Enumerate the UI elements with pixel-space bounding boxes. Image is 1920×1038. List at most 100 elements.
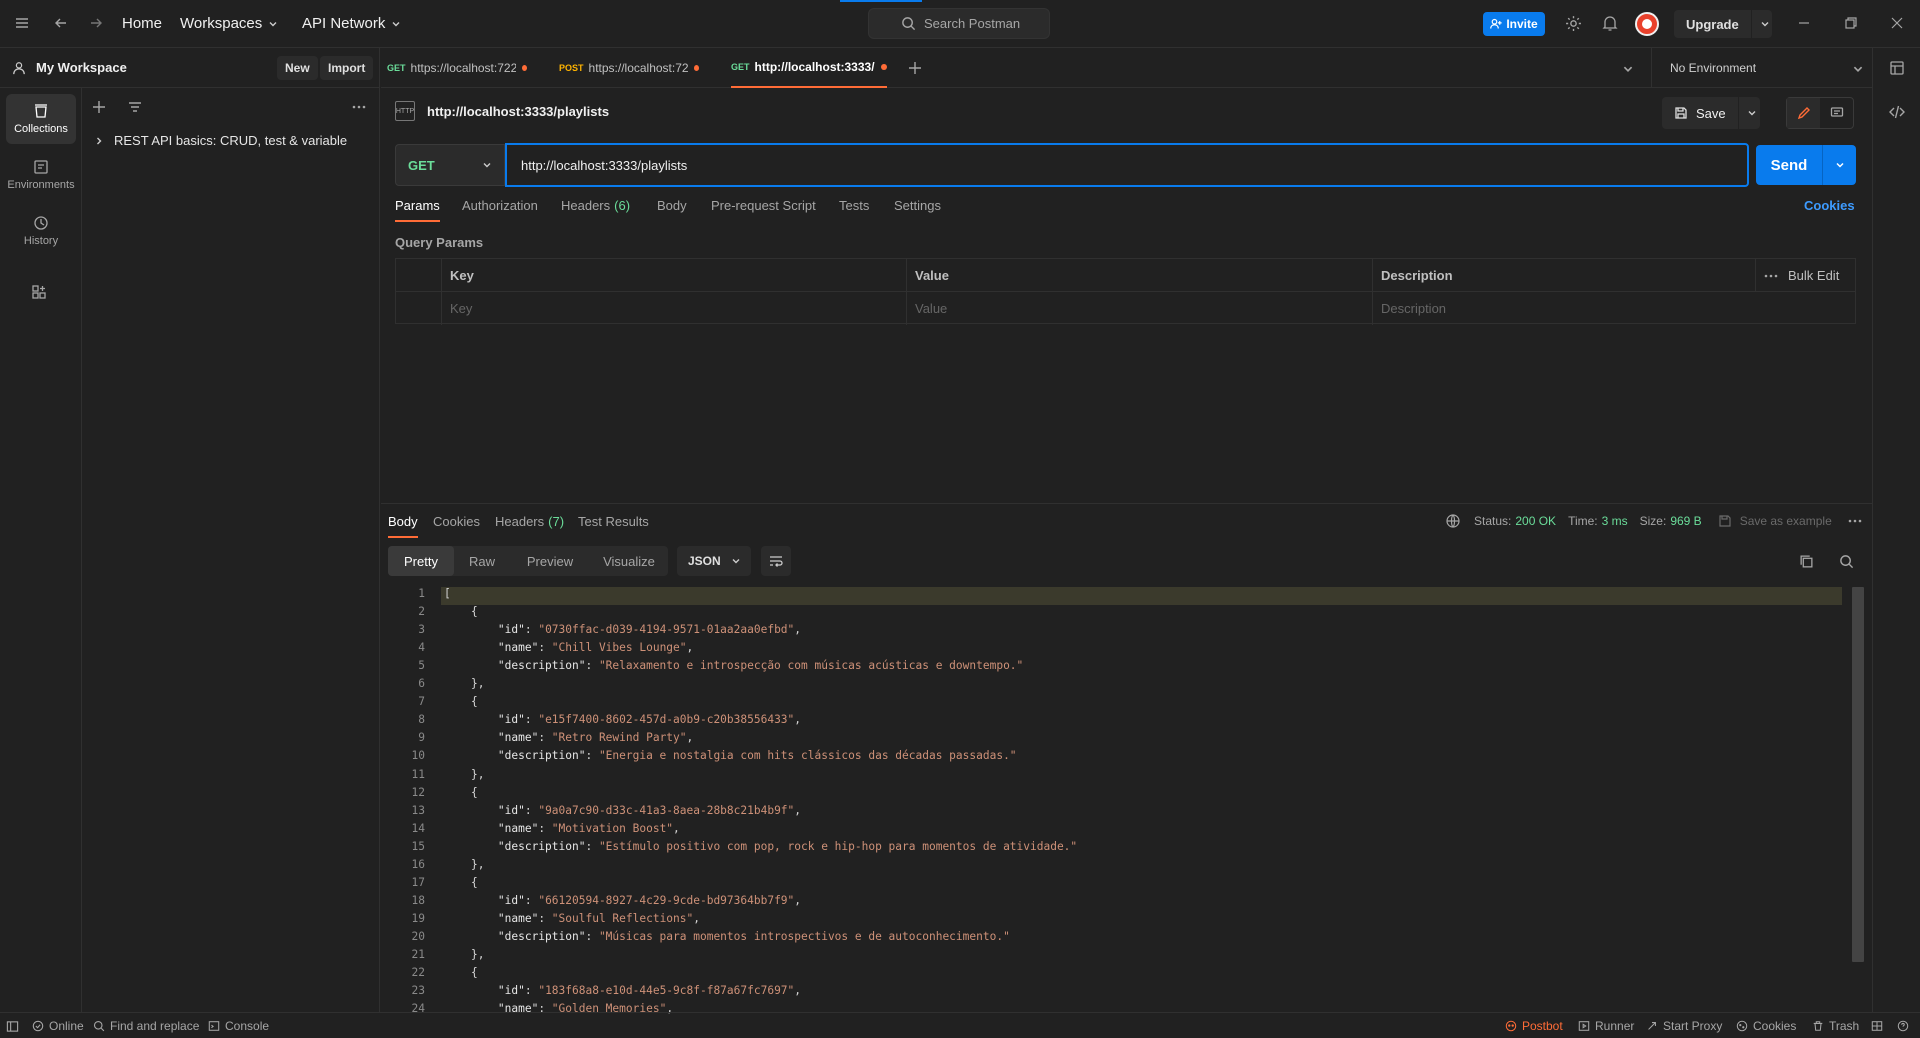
key-input[interactable]: Key: [442, 292, 907, 325]
layout-icon[interactable]: [1871, 1013, 1883, 1038]
environment-selector[interactable]: No Environment: [1651, 48, 1872, 88]
sidebar-item-history[interactable]: History: [6, 206, 76, 256]
tab-method: GET: [731, 62, 750, 72]
online-status[interactable]: Online: [32, 1013, 84, 1038]
tab-response-headers[interactable]: Headers (7): [495, 514, 564, 538]
menu-icon[interactable]: [14, 15, 30, 31]
tab-test-results[interactable]: Test Results: [578, 514, 649, 538]
code-line: "description": "Relaxamento e introspecç…: [444, 659, 1023, 672]
comments-icon[interactable]: [1820, 98, 1853, 128]
tab-settings[interactable]: Settings: [894, 198, 941, 222]
value-input[interactable]: Value: [907, 292, 1373, 325]
avatar[interactable]: [1635, 12, 1659, 36]
description-input[interactable]: Description: [1373, 292, 1857, 325]
close-icon[interactable]: [1890, 16, 1904, 30]
runner-button[interactable]: Runner: [1578, 1013, 1634, 1038]
json-string-value: "Retro Rewind Party": [551, 731, 687, 745]
start-proxy-button[interactable]: Start Proxy: [1646, 1013, 1722, 1038]
line-number: 9: [418, 731, 425, 745]
tab-body[interactable]: Body: [657, 198, 687, 222]
code-line: {: [444, 695, 478, 708]
send-button[interactable]: Send: [1756, 145, 1856, 185]
line-number: 4: [418, 641, 425, 655]
sidebar-item-collections[interactable]: Collections: [6, 94, 76, 144]
sidebar-item-environments[interactable]: Environments: [6, 150, 76, 200]
new-tab-plus-icon[interactable]: [908, 61, 922, 75]
collection-item[interactable]: REST API basics: CRUD, test & variable: [94, 133, 347, 148]
trash-button[interactable]: Trash: [1812, 1013, 1859, 1038]
notifications-bell-icon[interactable]: [1602, 15, 1618, 32]
upgrade-button[interactable]: Upgrade: [1674, 10, 1772, 38]
invite-button[interactable]: Invite: [1483, 12, 1545, 36]
save-button[interactable]: Save: [1662, 97, 1760, 129]
time-value[interactable]: 3 ms: [1602, 514, 1628, 528]
search-input[interactable]: Search Postman: [868, 8, 1050, 39]
save-as-example-button[interactable]: Save as example: [1740, 514, 1832, 528]
cookies-link[interactable]: Cookies: [1804, 198, 1855, 222]
json-key: "name": [497, 911, 539, 925]
tabs-dropdown-chevron-icon[interactable]: [1622, 63, 1634, 75]
minimize-icon[interactable]: [1797, 16, 1811, 30]
json-string-value: "9a0a7c90-d33c-41a3-8aea-28b8c21b4b9f": [538, 803, 795, 817]
method-select[interactable]: GET: [395, 144, 505, 186]
workspaces-menu[interactable]: Workspaces: [180, 15, 278, 32]
response-body-editor[interactable]: 1 2 3 4 5 6 7 8 9 10 11 12 13 14 15 16 17 18 19 20 21 22 23 24 …: [381, 587, 1864, 1015]
tab-params[interactable]: Params: [395, 198, 440, 222]
scrollbar-thumb[interactable]: [1852, 587, 1864, 962]
size-value[interactable]: 969 B: [1670, 514, 1701, 528]
tab-headers-label: Headers: [495, 514, 545, 529]
tab-authorization[interactable]: Authorization: [462, 198, 538, 222]
language-select[interactable]: JSON: [677, 546, 751, 576]
more-options-icon[interactable]: [352, 100, 366, 114]
cookies-button[interactable]: Cookies: [1736, 1013, 1796, 1038]
request-name[interactable]: http://localhost:3333/playlists: [427, 104, 609, 119]
import-button[interactable]: Import: [320, 56, 374, 80]
chevron-down-icon: [1852, 63, 1864, 75]
request-tab-active[interactable]: GET http://localhost:3333/p: [731, 48, 887, 88]
bulk-edit-button[interactable]: Bulk Edit: [1788, 268, 1839, 283]
tab-tests[interactable]: Tests: [839, 198, 869, 222]
tab-raw[interactable]: Raw: [454, 546, 510, 576]
copy-icon[interactable]: [1799, 554, 1814, 569]
tab-visualize[interactable]: Visualize: [590, 546, 668, 576]
wrap-lines-icon[interactable]: [761, 546, 791, 576]
tab-pretty[interactable]: Pretty: [388, 546, 454, 576]
tab-headers[interactable]: Headers (6): [561, 198, 630, 222]
environment-quicklook-icon[interactable]: [1889, 60, 1905, 76]
status-value[interactable]: 200 OK: [1515, 514, 1556, 528]
workspace-name[interactable]: My Workspace: [36, 60, 127, 75]
edit-comment-toggle[interactable]: [1786, 97, 1854, 129]
settings-gear-icon[interactable]: [1565, 15, 1582, 32]
postbot-icon: [1505, 1020, 1517, 1032]
edit-pencil-icon[interactable]: [1787, 98, 1820, 128]
filter-icon[interactable]: [128, 100, 142, 114]
home-link[interactable]: Home: [122, 15, 162, 32]
back-arrow-icon[interactable]: [53, 15, 69, 31]
tab-pre-request-script[interactable]: Pre-request Script: [711, 198, 816, 222]
console-toggle[interactable]: Console: [208, 1013, 269, 1038]
tab-preview[interactable]: Preview: [510, 546, 590, 576]
new-button[interactable]: New: [277, 56, 318, 80]
search-icon[interactable]: [1839, 554, 1854, 569]
url-input[interactable]: http://localhost:3333/playlists: [505, 143, 1749, 187]
chevron-down-icon: [269, 21, 277, 26]
tab-response-cookies[interactable]: Cookies: [433, 514, 480, 538]
maximize-icon[interactable]: [1844, 16, 1858, 30]
save-label: Save: [1696, 105, 1726, 121]
chevron-down-icon[interactable]: [1823, 160, 1856, 170]
line-number: 20: [411, 929, 425, 943]
json-key: "name": [497, 731, 539, 745]
forward-arrow-icon[interactable]: [88, 15, 104, 31]
toggle-sidebar-icon[interactable]: [6, 1013, 19, 1038]
help-icon[interactable]: [1897, 1013, 1909, 1038]
request-tab[interactable]: GET https://localhost:7221/a: [387, 48, 527, 88]
postbot-button[interactable]: Postbot: [1505, 1013, 1563, 1038]
request-tab[interactable]: POST https://localhost:7221/: [559, 48, 699, 88]
find-and-replace[interactable]: Find and replace: [93, 1013, 199, 1038]
code-icon[interactable]: [1889, 104, 1905, 120]
add-icon[interactable]: [92, 100, 106, 114]
line-number: 14: [411, 821, 425, 835]
tab-response-body[interactable]: Body: [388, 514, 418, 538]
configure-sidebar-icon[interactable]: [31, 284, 47, 300]
api-network-menu[interactable]: API Network: [302, 15, 401, 32]
